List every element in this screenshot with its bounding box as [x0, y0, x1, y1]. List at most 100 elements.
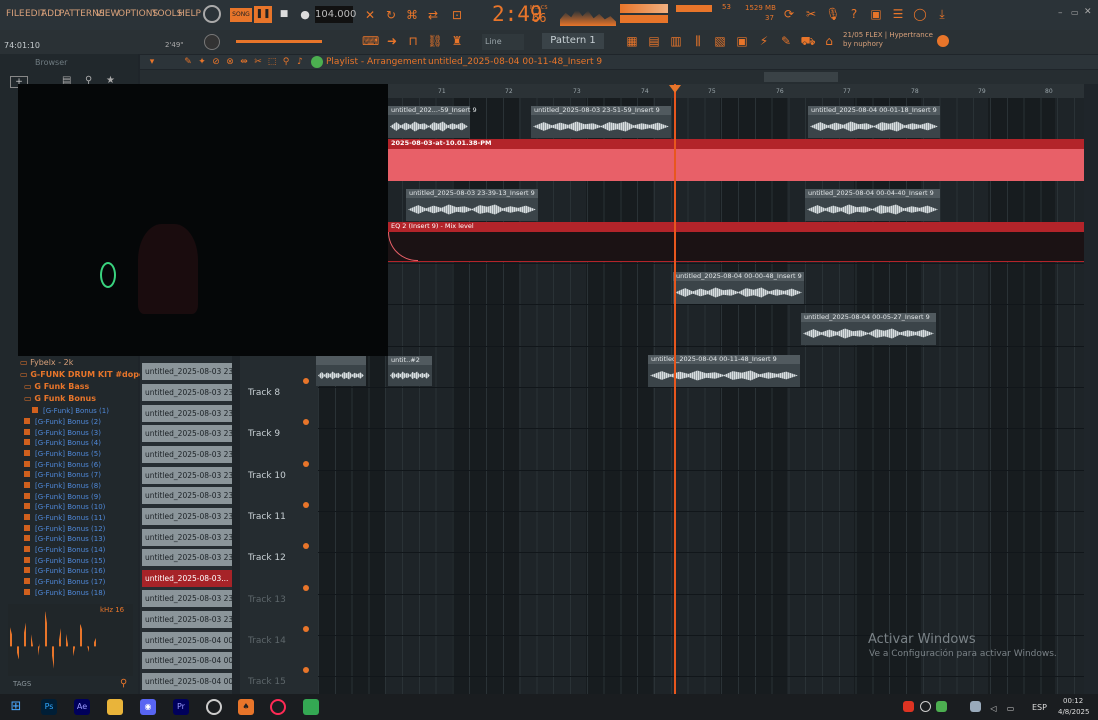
photoshop-icon[interactable]: Ps [41, 699, 57, 715]
playlist-breadcrumb[interactable]: untitled_2025-08-04 00-11-48_Insert 9 [428, 57, 602, 67]
track-label[interactable]: Track 11 [248, 512, 286, 522]
pause-button[interactable]: ❚❚ [254, 6, 272, 23]
stamp-icon[interactable]: ♜ [449, 33, 465, 49]
browser-file[interactable]: [G-Funk] Bonus (15) [24, 556, 105, 566]
track-mute-led[interactable] [303, 378, 309, 384]
browser-file[interactable]: [G-Funk] Bonus (16) [24, 566, 105, 576]
piano-roll-icon[interactable]: ▥ [668, 33, 684, 49]
news-panel[interactable]: 21/05 FLEX | Hypertrance by nuphory [843, 31, 933, 49]
clip-source-item[interactable]: untitled_2025-08-04 00-... [142, 673, 232, 690]
clip-source-item[interactable]: untitled_2025-08-03 23-... [142, 467, 232, 484]
track-mute-led[interactable] [303, 626, 309, 632]
master-volume-knob[interactable] [204, 34, 220, 50]
menu-file[interactable]: FILE [6, 9, 25, 19]
chat-icon[interactable]: ◯ [912, 6, 928, 22]
clip-source-item[interactable]: untitled_2025-08-03 23-... [142, 590, 232, 607]
tool-icon[interactable]: ✕ [362, 7, 378, 23]
plugin-picker-icon[interactable]: ▣ [734, 33, 750, 49]
browser-icon[interactable]: ▧ [712, 33, 728, 49]
pattern-select[interactable]: Pattern 1 [542, 33, 604, 49]
blend-icon[interactable]: ⇄ [425, 7, 441, 23]
folder-gfunk-drum-kit[interactable]: ▭ G-FUNK DRUM KIT #dopekit [20, 370, 156, 380]
audio-clip[interactable]: untitled_2025-08-04 00-00-48_Insert 9 [673, 272, 804, 304]
browser-file[interactable]: [G-Funk] Bonus (8) [24, 481, 101, 491]
audio-clip[interactable]: untitled_2025-08-03 23-51-59_Insert 9 [531, 106, 671, 138]
help-icon[interactable]: ? [846, 6, 862, 22]
menu-help[interactable]: HELP [178, 9, 201, 19]
clip-source-item[interactable]: untitled_2025-08-03 23-... [142, 508, 232, 525]
save-icon[interactable]: ▣ [868, 6, 884, 22]
windows-start-icon[interactable]: ⊞ [8, 699, 24, 715]
network-icon[interactable] [970, 701, 981, 712]
clip-source-item[interactable]: untitled_2025-08-04 00-... [142, 652, 232, 669]
close-button[interactable]: ✕ [1084, 7, 1092, 17]
clip-source-item[interactable]: untitled_2025-08-03 23-... [142, 487, 232, 504]
clip-source-item-selected[interactable]: untitled_2025-08-03... [142, 570, 232, 587]
cut-icon[interactable]: ✂ [803, 6, 819, 22]
audio-clip[interactable]: untitled_2025-08-04 00-11-48_Insert 9 [648, 355, 800, 387]
clip-source-item[interactable]: untitled_2025-08-03 23-... [142, 384, 232, 401]
audio-clip[interactable]: untit..#2 [388, 356, 432, 386]
taskbar-date[interactable]: 4/8/2025 [1058, 708, 1089, 716]
track-mute-led[interactable] [303, 543, 309, 549]
clip-source-item[interactable]: untitled_2025-08-03 23-... [142, 529, 232, 546]
cart-icon[interactable]: ⛟ [800, 33, 816, 49]
playlist-icon[interactable]: ▦ [624, 33, 640, 49]
sync-icon[interactable]: ⟳ [781, 6, 797, 22]
record-mode-icon[interactable]: ⊡ [449, 7, 465, 23]
browser-file[interactable]: [G-Funk] Bonus (18) [24, 588, 105, 598]
automation-clip[interactable]: EQ 2 (Insert 9) - Mix level [388, 222, 1084, 262]
audio-clip[interactable]: untitled_2025-08-04 00-01-18_Insert 9 [808, 106, 940, 138]
fl-studio-icon[interactable]: ♠ [238, 699, 254, 715]
playhead-marker-icon[interactable] [669, 85, 681, 93]
track-label[interactable]: Track 9 [248, 429, 280, 439]
clip-source-item[interactable]: untitled_2025-08-03 23-... [142, 446, 232, 463]
playhead[interactable] [674, 84, 676, 694]
audio-clip[interactable]: untitled_2025-08-04 00-05-27_Insert 9 [801, 313, 936, 345]
track-mute-led[interactable] [303, 667, 309, 673]
track-mute-led[interactable] [303, 502, 309, 508]
mode-icon[interactable]: ⌂ [821, 33, 837, 49]
song-mode-toggle[interactable]: SONG [230, 8, 252, 22]
folder-fybelx[interactable]: ▭ Fybelx - 2k [20, 358, 73, 368]
tags-label[interactable]: TAGS [13, 680, 31, 688]
clip-source-item[interactable]: untitled_2025-08-03 23-... [142, 611, 232, 628]
tempo-display[interactable]: 104.000 [315, 6, 356, 23]
app-icon[interactable] [303, 699, 319, 715]
premiere-icon[interactable]: Pr [173, 699, 189, 715]
obs-icon[interactable] [206, 699, 222, 715]
volume-icon[interactable]: ◁ [988, 701, 999, 713]
browser-file[interactable]: [G-Funk] Bonus (17) [24, 577, 105, 587]
tray-icon[interactable] [920, 701, 931, 712]
browser-file[interactable]: [G-Funk] Bonus (7) [24, 470, 101, 480]
taskbar-time[interactable]: 00:12 [1063, 697, 1083, 705]
clip-source-item[interactable]: untitled_2025-08-04 00-... [142, 632, 232, 649]
channel-rack-icon[interactable]: ▤ [646, 33, 662, 49]
mixer-icon[interactable]: ⫼ [690, 33, 706, 49]
browser-file[interactable]: [G-Funk] Bonus (11) [24, 513, 105, 523]
minimize-button[interactable]: – [1058, 8, 1063, 18]
browser-file[interactable]: [G-Funk] Bonus (3) [24, 428, 101, 438]
master-pitch-slider[interactable] [236, 40, 322, 43]
browser-file[interactable]: [G-Funk] Bonus (5) [24, 449, 101, 459]
magnet-icon[interactable]: ⊓ [405, 33, 421, 49]
track-label[interactable]: Track 15 [248, 677, 286, 687]
folder-gfunk-bonus[interactable]: ▭ G Funk Bonus [24, 394, 96, 404]
clip-source-item[interactable]: untitled_2025-08-03 23-... [142, 425, 232, 442]
language-indicator[interactable]: ESP [1032, 703, 1047, 712]
browser-file[interactable]: [G-Funk] Bonus (13) [24, 534, 105, 544]
metronome-knob-icon[interactable] [203, 5, 221, 23]
folder-gfunk-bass[interactable]: ▭ G Funk Bass [24, 382, 89, 392]
loop-icon[interactable]: ↻ [383, 7, 399, 23]
browser-file[interactable]: [G-Funk] Bonus (10) [24, 502, 105, 512]
audio-clip[interactable]: untitled_202...-59_Insert 9 [388, 106, 477, 138]
edison-icon[interactable]: ✎ [778, 33, 794, 49]
after-effects-icon[interactable]: Ae [74, 699, 90, 715]
download-icon[interactable]: ⤓ [934, 6, 950, 22]
link-icon[interactable]: ⛓ [427, 33, 443, 49]
audio-clip[interactable] [316, 356, 366, 386]
audio-clip-selected[interactable]: 2025-08-03-at-10.01.38-PM [388, 139, 1084, 181]
opera-icon[interactable] [270, 699, 286, 715]
file-explorer-icon[interactable] [107, 699, 123, 715]
maximize-button[interactable]: ▭ [1071, 8, 1079, 17]
